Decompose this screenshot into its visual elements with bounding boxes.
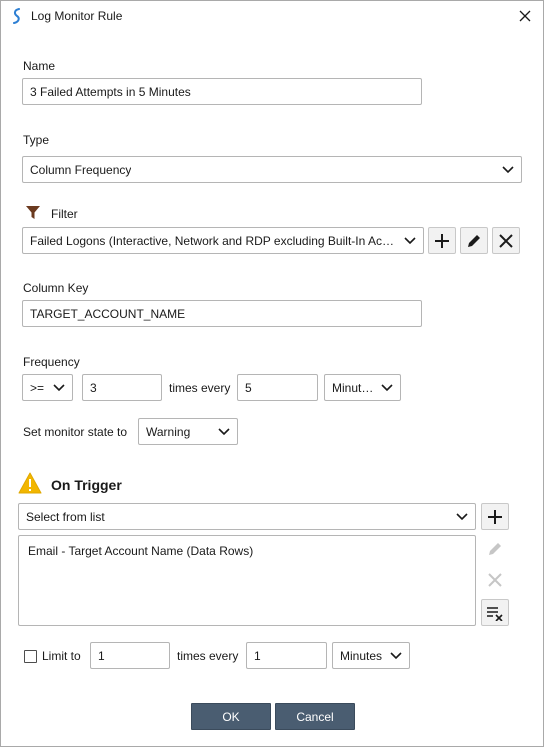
monitor-state-select[interactable]: Warning	[138, 418, 238, 445]
name-input[interactable]: 3 Failed Attempts in 5 Minutes	[22, 78, 422, 105]
plus-icon	[488, 509, 502, 524]
limit-unit-select[interactable]: Minutes	[332, 642, 410, 669]
frequency-label: Frequency	[23, 355, 80, 369]
close-icon[interactable]	[515, 6, 535, 26]
frequency-operator-select[interactable]: >=	[22, 374, 73, 401]
cancel-button[interactable]: Cancel	[275, 703, 355, 730]
clear-actions-button[interactable]	[481, 599, 509, 626]
column-key-label: Column Key	[23, 281, 89, 295]
limit-count-input[interactable]: 1	[90, 642, 170, 669]
add-action-button[interactable]	[481, 503, 509, 530]
frequency-times-every-label: times every	[169, 381, 231, 395]
log-monitor-rule-dialog: Log Monitor Rule Name 3 Failed Attempts …	[0, 0, 544, 747]
x-icon	[488, 572, 502, 587]
monitor-state-value: Warning	[146, 424, 191, 439]
x-icon	[499, 233, 513, 248]
frequency-interval-input[interactable]: 5	[237, 374, 318, 401]
column-key-value: TARGET_ACCOUNT_NAME	[30, 306, 186, 321]
pencil-icon	[468, 234, 480, 247]
limit-label: Limit to	[42, 649, 81, 663]
monitor-state-label: Set monitor state to	[23, 425, 128, 439]
limit-times-every-label: times every	[177, 649, 239, 663]
limit-unit-value: Minutes	[340, 648, 383, 663]
app-logo-icon	[13, 8, 20, 24]
edit-action-button[interactable]	[481, 535, 509, 562]
chevron-down-icon	[390, 651, 402, 659]
name-input-value: 3 Failed Attempts in 5 Minutes	[30, 84, 191, 99]
warning-icon	[18, 472, 42, 494]
limit-interval-input[interactable]: 1	[246, 642, 327, 669]
limit-checkbox[interactable]	[24, 650, 37, 663]
type-select[interactable]: Column Frequency	[22, 156, 522, 183]
limit-interval-value: 1	[254, 648, 261, 663]
frequency-interval-value: 5	[245, 380, 252, 395]
frequency-unit-value: Minutes	[332, 380, 374, 395]
chevron-down-icon	[218, 427, 230, 435]
add-filter-button[interactable]	[428, 227, 456, 254]
remove-filter-button[interactable]	[492, 227, 520, 254]
filter-label: Filter	[51, 207, 78, 221]
window-title: Log Monitor Rule	[31, 9, 123, 23]
trigger-actions-list[interactable]: Email - Target Account Name (Data Rows)	[18, 535, 476, 626]
chevron-down-icon	[381, 383, 393, 391]
chevron-down-icon	[456, 512, 468, 520]
frequency-operator-value: >=	[30, 380, 45, 395]
trigger-action-placeholder: Select from list	[26, 509, 105, 524]
clear-list-icon	[487, 606, 503, 621]
plus-icon	[435, 233, 449, 248]
chevron-down-icon	[53, 383, 65, 391]
frequency-unit-select[interactable]: Minutes	[324, 374, 401, 401]
name-label: Name	[23, 59, 56, 73]
filter-select-value: Failed Logons (Interactive, Network and …	[30, 233, 397, 248]
frequency-count-value: 3	[90, 380, 97, 395]
limit-count-value: 1	[98, 648, 105, 663]
ok-button[interactable]: OK	[191, 703, 271, 730]
edit-filter-button[interactable]	[460, 227, 488, 254]
filter-select[interactable]: Failed Logons (Interactive, Network and …	[22, 227, 424, 254]
type-select-value: Column Frequency	[30, 162, 132, 177]
chevron-down-icon	[502, 165, 514, 173]
trigger-action-select[interactable]: Select from list	[18, 503, 476, 530]
frequency-count-input[interactable]: 3	[82, 374, 162, 401]
funnel-icon	[26, 206, 40, 219]
list-item[interactable]: Email - Target Account Name (Data Rows)	[28, 544, 253, 558]
chevron-down-icon	[404, 236, 416, 244]
on-trigger-title: On Trigger	[51, 477, 122, 493]
type-label: Type	[23, 133, 50, 147]
title-bar: Log Monitor Rule	[1, 1, 543, 32]
pencil-icon	[489, 542, 501, 555]
remove-action-button[interactable]	[481, 566, 509, 593]
column-key-input[interactable]: TARGET_ACCOUNT_NAME	[22, 300, 422, 327]
